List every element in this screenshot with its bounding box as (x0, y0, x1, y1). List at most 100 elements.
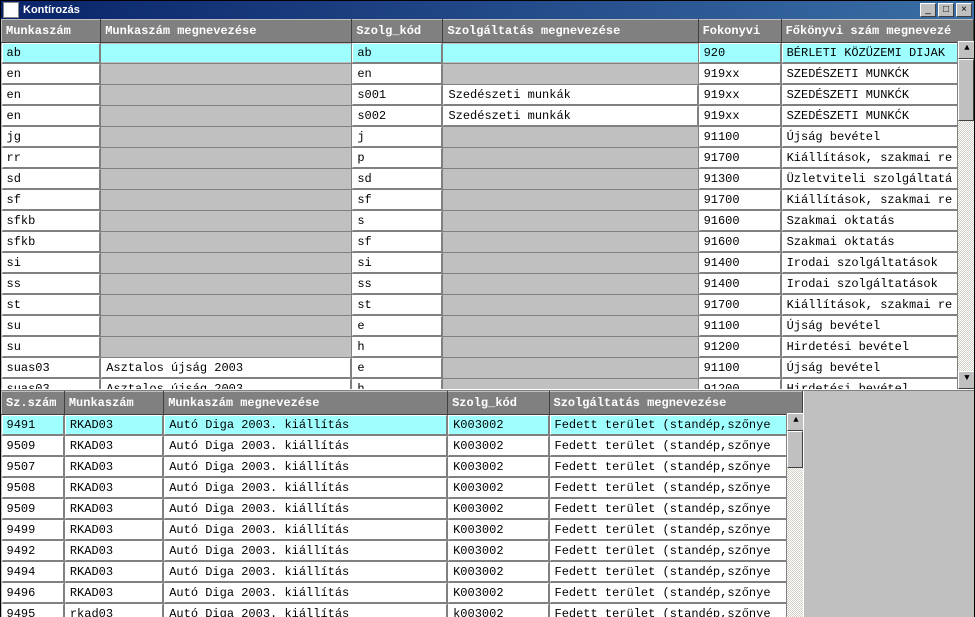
cell[interactable]: Autó Diga 2003. kiállítás (164, 436, 447, 456)
cell[interactable]: SZEDÉSZETI MUNKĆK (782, 64, 973, 84)
cell[interactable]: Kiállítások, szakmai re (782, 295, 973, 315)
cell[interactable] (443, 170, 697, 188)
cell[interactable]: Kiállítások, szakmai re (782, 190, 973, 210)
cell[interactable] (101, 86, 351, 104)
cell[interactable]: rr (2, 148, 101, 168)
cell[interactable]: 91100 (699, 127, 781, 147)
cell[interactable] (101, 233, 351, 251)
cell[interactable] (101, 170, 351, 188)
cell[interactable] (443, 212, 697, 230)
cell[interactable]: s002 (352, 106, 442, 126)
cell[interactable]: en (2, 64, 101, 84)
cell[interactable]: en (2, 106, 101, 126)
cell[interactable]: st (2, 295, 101, 315)
table-row[interactable]: sue91100Újság bevétel (2, 316, 974, 337)
table-row[interactable]: 9494RKAD03Autó Diga 2003. kiállításK0030… (2, 562, 803, 583)
cell[interactable]: 9507 (2, 457, 64, 477)
table-row[interactable]: sfkbsf91600Szakmai oktatás (2, 232, 974, 253)
cell[interactable]: ab (2, 43, 101, 63)
cell[interactable]: 91100 (699, 316, 781, 336)
cell[interactable]: sfkb (2, 211, 101, 231)
cell[interactable] (101, 275, 351, 293)
table-row[interactable]: 9507RKAD03Autó Diga 2003. kiállításK0030… (2, 457, 803, 478)
table-row[interactable]: ssss91400Irodai szolgáltatások (2, 274, 974, 295)
cell[interactable]: 9494 (2, 562, 64, 582)
scroll-track[interactable] (787, 468, 803, 617)
cell[interactable]: suas03 (2, 379, 101, 389)
scroll-up-icon[interactable]: ▲ (958, 41, 974, 59)
cell[interactable]: RKAD03 (65, 436, 163, 456)
cell[interactable]: sf (352, 190, 442, 210)
cell[interactable] (443, 359, 697, 377)
cell[interactable]: 91200 (699, 337, 781, 357)
cell[interactable] (443, 296, 697, 314)
cell[interactable]: RKAD03 (65, 478, 163, 498)
cell[interactable] (101, 191, 351, 209)
cell[interactable]: e (352, 316, 442, 336)
cell[interactable]: K003002 (448, 457, 548, 477)
cell[interactable]: Újság bevétel (782, 127, 973, 147)
titlebar[interactable]: Kontírozás _ □ × (1, 1, 974, 19)
cell[interactable]: 91600 (699, 211, 781, 231)
cell[interactable] (443, 44, 697, 62)
cell[interactable]: Szakmai oktatás (782, 211, 973, 231)
table-row[interactable]: sisi91400Irodai szolgáltatások (2, 253, 974, 274)
cell[interactable]: Üzletviteli szolgáltatá (782, 169, 973, 189)
cell[interactable]: st (352, 295, 442, 315)
top-header-3[interactable]: Szolgáltatás megnevezése (443, 20, 698, 43)
cell[interactable] (101, 317, 351, 335)
cell[interactable] (101, 107, 351, 125)
cell[interactable]: SZEDÉSZETI MUNKĆK (782, 85, 973, 105)
cell[interactable]: su (2, 316, 101, 336)
cell[interactable]: ab (352, 43, 442, 63)
table-row[interactable]: enen919xxSZEDÉSZETI MUNKĆK (2, 64, 974, 85)
cell[interactable] (101, 128, 351, 146)
cell[interactable]: 919xx (699, 85, 781, 105)
table-row[interactable]: sdsd91300Üzletviteli szolgáltatá (2, 169, 974, 190)
cell[interactable]: h (352, 337, 442, 357)
top-grid[interactable]: MunkaszámMunkaszám megnevezéseSzolg_kódS… (1, 19, 974, 389)
cell[interactable]: K003002 (448, 499, 548, 519)
cell[interactable]: 91400 (699, 274, 781, 294)
cell[interactable]: Autó Diga 2003. kiállítás (164, 583, 447, 603)
cell[interactable]: 920 (699, 43, 781, 63)
cell[interactable]: K003002 (448, 541, 548, 561)
cell[interactable]: 9492 (2, 541, 64, 561)
cell[interactable]: 9499 (2, 520, 64, 540)
table-row[interactable]: rrp91700Kiállítások, szakmai re (2, 148, 974, 169)
cell[interactable]: Autó Diga 2003. kiállítás (164, 562, 447, 582)
scroll-down-icon[interactable]: ▼ (958, 371, 974, 389)
scroll-track[interactable] (958, 121, 974, 371)
table-row[interactable]: 9499RKAD03Autó Diga 2003. kiállításK0030… (2, 520, 803, 541)
table-row[interactable]: 9508RKAD03Autó Diga 2003. kiállításK0030… (2, 478, 803, 499)
cell[interactable]: RKAD03 (65, 583, 163, 603)
cell[interactable]: rkad03 (65, 604, 163, 617)
minimize-button[interactable]: _ (920, 3, 936, 17)
cell[interactable]: 9491 (2, 415, 64, 435)
cell[interactable]: e (352, 358, 442, 378)
cell[interactable]: Fedett terület (standép,szőnye (550, 415, 803, 435)
cell[interactable]: 919xx (699, 106, 781, 126)
table-row[interactable]: jgj91100Újság bevétel (2, 127, 974, 148)
cell[interactable]: Fedett terület (standép,szőnye (550, 436, 803, 456)
scroll-thumb[interactable] (958, 59, 974, 121)
cell[interactable]: ss (2, 274, 101, 294)
cell[interactable]: k003002 (448, 604, 548, 617)
cell[interactable]: RKAD03 (65, 562, 163, 582)
table-row[interactable]: abab920BÉRLETI KÖZÜZEMI DIJAK (2, 43, 974, 64)
cell[interactable]: Asztalos újság 2003 (101, 358, 351, 378)
cell[interactable]: Autó Diga 2003. kiállítás (164, 520, 447, 540)
top-vertical-scrollbar[interactable]: ▲ ▼ (957, 41, 974, 389)
top-header-0[interactable]: Munkaszám (2, 20, 101, 43)
cell[interactable]: en (2, 85, 101, 105)
cell[interactable]: 91100 (699, 358, 781, 378)
cell[interactable]: si (352, 253, 442, 273)
cell[interactable]: 91700 (699, 295, 781, 315)
table-row[interactable]: 9509RKAD03Autó Diga 2003. kiállításK0030… (2, 436, 803, 457)
cell[interactable]: 919xx (699, 64, 781, 84)
cell[interactable]: sd (352, 169, 442, 189)
cell[interactable]: RKAD03 (65, 457, 163, 477)
cell[interactable]: RKAD03 (65, 499, 163, 519)
table-row[interactable]: 9509RKAD03Autó Diga 2003. kiállításK0030… (2, 499, 803, 520)
table-row[interactable]: suh91200Hirdetési bevétel (2, 337, 974, 358)
